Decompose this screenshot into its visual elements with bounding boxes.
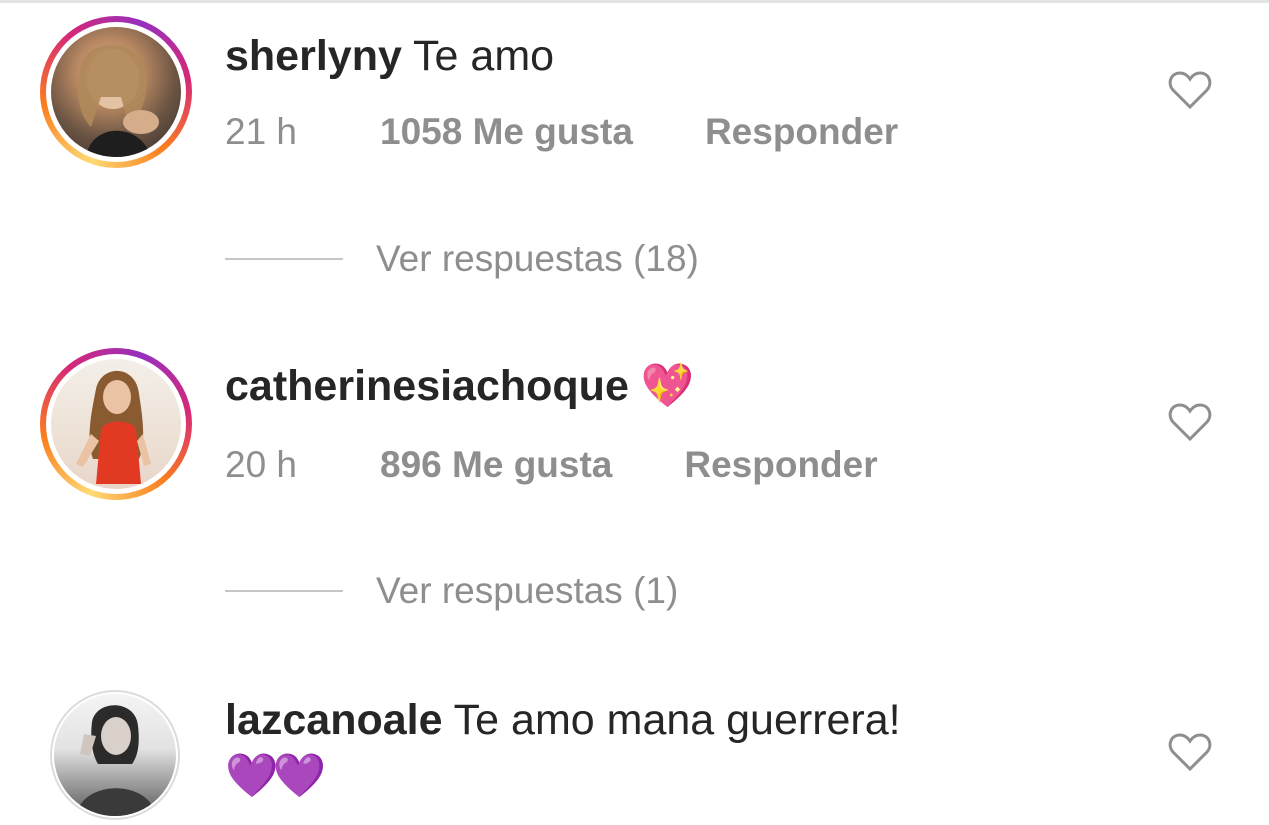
view-replies-label: Ver respuestas (18)	[376, 238, 699, 279]
comment-likes[interactable]: 896 Me gusta	[380, 443, 612, 487]
heart-outline-icon[interactable]	[1168, 402, 1212, 442]
view-replies-label: Ver respuestas (1)	[376, 570, 679, 611]
comment-time: 21 h	[225, 111, 298, 152]
avatar-photo	[51, 27, 181, 157]
reply-button[interactable]: Responder	[684, 443, 877, 487]
heart-outline-icon[interactable]	[1168, 70, 1212, 110]
comment-emoji-line: 💜💜	[225, 752, 326, 800]
replies-divider	[225, 590, 343, 592]
view-replies-button[interactable]: Ver respuestas (1)	[225, 569, 678, 613]
avatar[interactable]	[50, 690, 180, 820]
view-replies-button[interactable]: Ver respuestas (18)	[225, 237, 699, 281]
avatar[interactable]	[40, 16, 192, 168]
comment-meta: 20 h 896 Me gusta Responder	[225, 443, 878, 487]
comment-text: Te amo	[413, 32, 555, 80]
top-divider	[0, 0, 1269, 3]
replies-divider	[225, 258, 343, 260]
avatar-photo	[54, 694, 176, 816]
profile-photo-icon	[76, 370, 151, 484]
heart-outline-icon[interactable]	[1168, 732, 1212, 772]
comment-text: 💖	[640, 362, 695, 410]
comment-username[interactable]: lazcanoale	[225, 696, 443, 744]
comment-username[interactable]: catherinesiachoque	[225, 362, 629, 410]
profile-photo-icon	[78, 45, 159, 157]
comment-text: Te amo mana guerrera!	[453, 696, 901, 744]
profile-photo-icon	[76, 705, 156, 816]
avatar[interactable]	[40, 348, 192, 500]
reply-button[interactable]: Responder	[705, 110, 898, 154]
comment-username[interactable]: sherlyny	[225, 32, 402, 80]
comment-time: 20 h	[225, 444, 298, 485]
comment-likes[interactable]: 1058 Me gusta	[380, 110, 633, 154]
comment-meta: 21 h 1058 Me gusta Responder	[225, 110, 898, 154]
avatar-photo	[51, 359, 181, 489]
